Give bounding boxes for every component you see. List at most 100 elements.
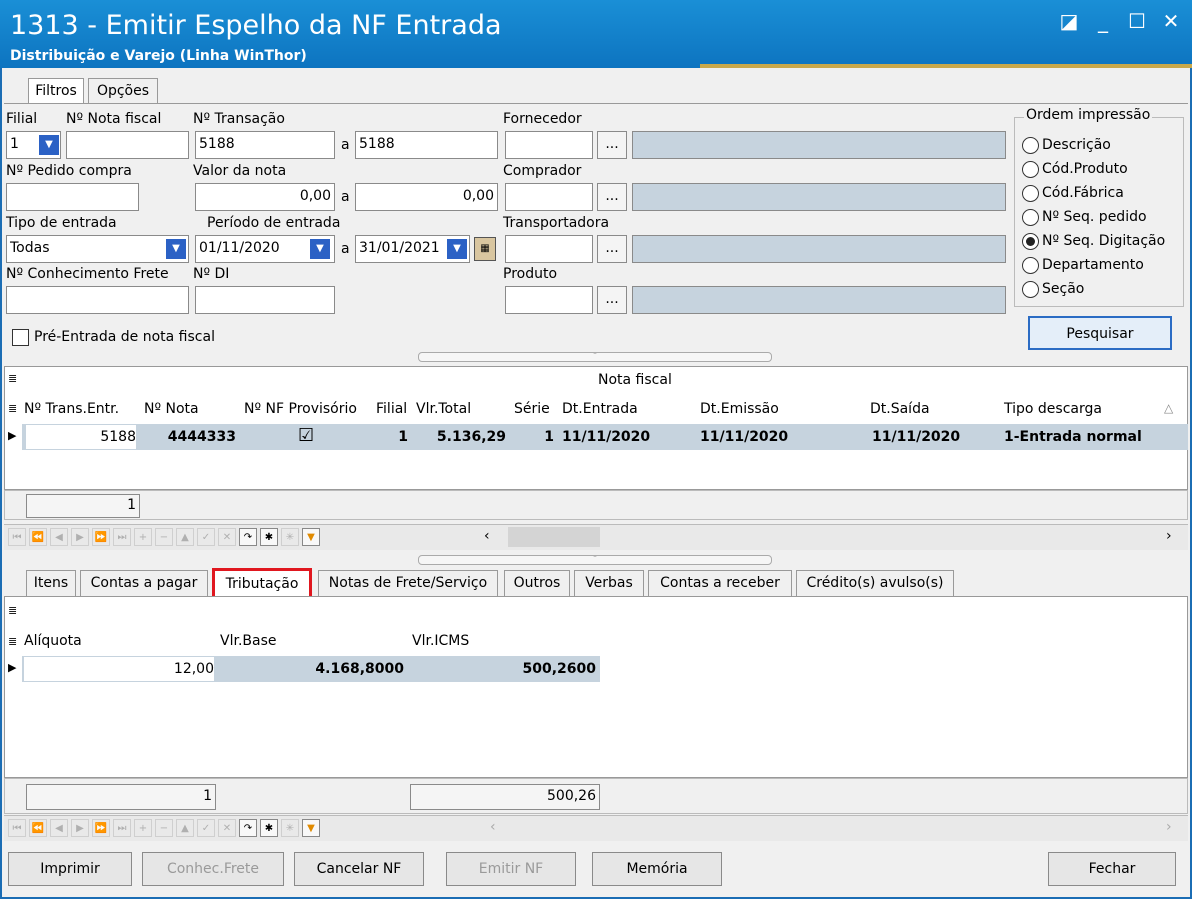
checkbox-checked-icon[interactable]: ☑ [298, 424, 314, 448]
comprador-lookup-button[interactable]: ... [597, 183, 627, 211]
nav-last-icon[interactable]: ⏭ [113, 819, 131, 837]
tab-filtros[interactable]: Filtros [28, 78, 84, 104]
nav-bookmark-icon[interactable]: ✱ [260, 819, 278, 837]
valor-to-input[interactable]: 0,00 [355, 183, 498, 211]
chevron-down-icon[interactable]: ▼ [39, 135, 59, 155]
col-header[interactable]: Filial [376, 401, 407, 417]
restore-icon[interactable]: ◪ [1056, 10, 1082, 34]
splitter-handle[interactable]: ˄ [418, 352, 772, 362]
tab-verbas[interactable]: Verbas [574, 570, 644, 596]
col-header[interactable]: Vlr.Base [220, 633, 276, 649]
tab-contas-pagar[interactable]: Contas a pagar [80, 570, 208, 596]
grid-menu-icon[interactable]: ≣ [8, 604, 17, 617]
transacao-to-input[interactable]: 5188 [355, 131, 498, 159]
tab-outros[interactable]: Outros [504, 570, 570, 596]
fechar-button[interactable]: Fechar [1048, 852, 1176, 886]
tab-opcoes[interactable]: Opções [88, 78, 158, 104]
nav-bookmark-icon[interactable]: ✱ [260, 528, 278, 546]
scroll-left-icon[interactable]: ‹ [490, 819, 496, 835]
radio-cod-produto[interactable] [1022, 161, 1039, 178]
col-header[interactable]: Nº Trans.Entr. [24, 401, 119, 417]
col-header[interactable]: Dt.Saída [870, 401, 930, 417]
valor-from-input[interactable]: 0,00 [195, 183, 335, 211]
sort-icon[interactable]: △ [1164, 401, 1173, 415]
nav-prev-page-icon[interactable]: ⏪ [29, 528, 47, 546]
tipo-entrada-select[interactable]: Todas [6, 235, 189, 263]
col-header[interactable]: Vlr.ICMS [412, 633, 469, 649]
nav-delete-icon[interactable]: − [155, 528, 173, 546]
emitir-nf-button[interactable]: Emitir NF [446, 852, 576, 886]
nav-post-icon[interactable]: ✓ [197, 528, 215, 546]
minimize-button[interactable]: _ [1090, 10, 1116, 34]
chevron-down-icon[interactable]: ▼ [310, 239, 330, 259]
nav-post-icon[interactable]: ✓ [197, 819, 215, 837]
nav-next-icon[interactable]: ▶ [71, 819, 89, 837]
nav-first-icon[interactable]: ⏮ [8, 528, 26, 546]
nav-delete-icon[interactable]: − [155, 819, 173, 837]
maximize-button[interactable]: ☐ [1124, 10, 1150, 34]
fornecedor-lookup-button[interactable]: ... [597, 131, 627, 159]
cancelar-nf-button[interactable]: Cancelar NF [294, 852, 424, 886]
conhecimento-input[interactable] [6, 286, 189, 314]
tab-notas-frete[interactable]: Notas de Frete/Serviço [318, 570, 498, 596]
radio-secao[interactable] [1022, 281, 1039, 298]
grid-menu-icon[interactable]: ≣ [8, 402, 17, 415]
chevron-down-icon[interactable]: ▼ [166, 239, 186, 259]
imprimir-button[interactable]: Imprimir [8, 852, 132, 886]
cell-base[interactable]: 4.168,8000 [220, 657, 404, 681]
cell-serie[interactable]: 1 [514, 425, 554, 449]
pedido-input[interactable] [6, 183, 139, 211]
tab-contas-receber[interactable]: Contas a receber [648, 570, 792, 596]
nav-last-icon[interactable]: ⏭ [113, 528, 131, 546]
nav-next-page-icon[interactable]: ⏩ [92, 819, 110, 837]
chevron-down-icon[interactable]: ▼ [447, 239, 467, 259]
cell-saida[interactable]: 11/11/2020 [872, 425, 960, 449]
transportadora-lookup-button[interactable]: ... [597, 235, 627, 263]
radio-seq-pedido[interactable] [1022, 209, 1039, 226]
tab-credito-avulso[interactable]: Crédito(s) avulso(s) [796, 570, 954, 596]
col-header[interactable]: Nº Nota [144, 401, 199, 417]
scroll-right-icon[interactable]: › [1166, 528, 1172, 544]
pre-entrada-checkbox[interactable] [12, 329, 29, 346]
nav-prev-icon[interactable]: ◀ [50, 528, 68, 546]
cell-tipo[interactable]: 1-Entrada normal [1004, 425, 1142, 449]
memoria-button[interactable]: Memória [592, 852, 722, 886]
cell-entrada[interactable]: 11/11/2020 [562, 425, 650, 449]
nav-filter-icon[interactable]: ▼ [302, 528, 320, 546]
nav-edit-icon[interactable]: ▲ [176, 528, 194, 546]
cell-trans[interactable]: 5188 [26, 425, 136, 449]
nav-filter-icon[interactable]: ▼ [302, 819, 320, 837]
comprador-code-input[interactable] [505, 183, 593, 211]
nav-insert-icon[interactable]: + [134, 528, 152, 546]
close-button[interactable]: ✕ [1158, 10, 1184, 34]
scroll-left-icon[interactable]: ‹ [484, 528, 490, 544]
col-header[interactable]: Série [514, 401, 550, 417]
nav-prev-icon[interactable]: ◀ [50, 819, 68, 837]
cell-emissao[interactable]: 11/11/2020 [700, 425, 788, 449]
produto-lookup-button[interactable]: ... [597, 286, 627, 314]
produto-code-input[interactable] [505, 286, 593, 314]
splitter-handle[interactable]: ˄ [418, 555, 772, 565]
nav-cancel-icon[interactable]: ✕ [218, 528, 236, 546]
transacao-from-input[interactable]: 5188 [195, 131, 335, 159]
radio-cod-fabrica[interactable] [1022, 185, 1039, 202]
nav-prev-page-icon[interactable]: ⏪ [29, 819, 47, 837]
nav-next-icon[interactable]: ▶ [71, 528, 89, 546]
col-header[interactable]: Alíquota [24, 633, 82, 649]
cell-nota[interactable]: 4444333 [144, 425, 236, 449]
conhec-frete-button[interactable]: Conhec.Frete [142, 852, 284, 886]
cell-icms[interactable]: 500,2600 [412, 657, 596, 681]
col-header[interactable]: Vlr.Total [416, 401, 471, 417]
nav-first-icon[interactable]: ⏮ [8, 819, 26, 837]
grid-menu-icon[interactable]: ≣ [8, 635, 17, 648]
nav-next-page-icon[interactable]: ⏩ [92, 528, 110, 546]
radio-departamento[interactable] [1022, 257, 1039, 274]
tab-itens[interactable]: Itens [26, 570, 76, 596]
cell-filial[interactable]: 1 [376, 425, 408, 449]
radio-seq-digitacao[interactable] [1022, 233, 1039, 250]
fornecedor-code-input[interactable] [505, 131, 593, 159]
pesquisar-button[interactable]: Pesquisar [1028, 316, 1172, 350]
scroll-right-icon[interactable]: › [1166, 819, 1172, 835]
col-header[interactable]: Nº NF Provisório [244, 401, 357, 417]
calendar-icon[interactable]: ▦ [474, 237, 496, 261]
